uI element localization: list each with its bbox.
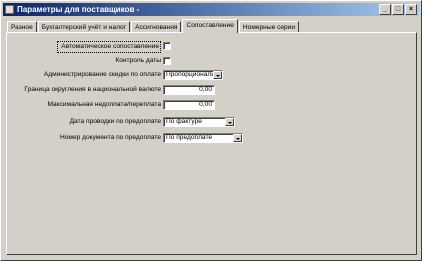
prepay-doc-number-value: По предоплате (166, 134, 213, 141)
max-overunder-field[interactable]: 0,00 (163, 100, 215, 110)
max-overunder-label: Максимальная недоплата/переплата (47, 101, 161, 108)
chevron-down-icon[interactable] (233, 134, 242, 142)
matching-tab-panel: Автоматическое сопоставление Контроль да… (6, 32, 417, 255)
close-button[interactable]: × (405, 4, 417, 15)
admin-discount-label: Администрирование скидки по оплате (43, 71, 161, 78)
date-control-checkbox[interactable] (163, 57, 171, 65)
prepay-posting-date-select[interactable]: По фактуре (163, 117, 235, 127)
prepay-doc-number-label: Номер документа по предоплате (59, 134, 161, 141)
prepay-posting-date-label: Дата проводки по предоплате (69, 118, 161, 125)
title-bar[interactable]: Параметры для поставщиков - _ □ × (3, 3, 419, 16)
penny-limit-label: Граница округления в национальной валюте (24, 86, 161, 93)
date-control-label: Контроль даты (115, 57, 161, 64)
app-icon (5, 5, 14, 14)
minimize-button[interactable]: _ (379, 4, 391, 15)
tab-strip: Разное Бухгалтерский учёт и налог Ассигн… (7, 19, 300, 33)
maximize-button[interactable]: □ (392, 4, 404, 15)
vendor-parameters-window: Параметры для поставщиков - _ □ × Разное… (0, 0, 422, 261)
window-title: Параметры для поставщиков - (17, 5, 140, 14)
penny-limit-field[interactable]: 0,00 (163, 85, 215, 95)
tab-matching[interactable]: Сопоставление (182, 19, 238, 33)
auto-match-label: Автоматическое сопоставление (57, 41, 161, 53)
chevron-down-icon[interactable] (213, 71, 222, 79)
admin-discount-select[interactable]: Пропорционально (163, 70, 223, 80)
chevron-down-icon[interactable] (225, 118, 234, 126)
prepay-doc-number-select[interactable]: По предоплате (163, 133, 243, 143)
prepay-posting-date-value: По фактуре (166, 118, 202, 125)
window-controls: _ □ × (379, 4, 417, 15)
auto-match-checkbox[interactable] (163, 42, 171, 50)
